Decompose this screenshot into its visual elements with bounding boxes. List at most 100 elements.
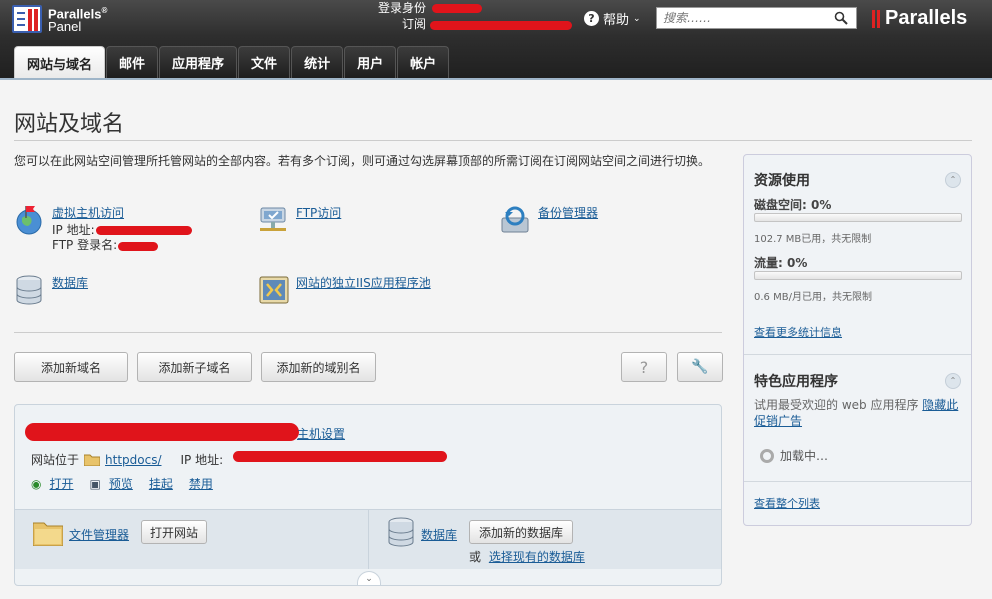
hosting-access-link[interactable]: 虚拟主机访问 bbox=[52, 206, 124, 220]
open-site-button[interactable]: 打开网站 bbox=[141, 520, 207, 544]
help-menu[interactable]: ? 帮助 ⌄ bbox=[584, 9, 641, 28]
help-button[interactable]: ? bbox=[621, 352, 667, 382]
preview-link[interactable]: 预览 bbox=[109, 475, 133, 492]
add-subdomain-button[interactable]: 添加新子域名 bbox=[137, 352, 252, 382]
or-label: 或 bbox=[469, 550, 482, 564]
ftp-access-link[interactable]: FTP访问 bbox=[296, 204, 341, 221]
redacted-ftp-login bbox=[118, 242, 158, 251]
file-manager-link[interactable]: 文件管理器 bbox=[69, 526, 129, 543]
site-location-label: 网站位于 bbox=[31, 453, 80, 467]
add-alias-button[interactable]: 添加新的域别名 bbox=[261, 352, 376, 382]
featured-desc: 试用最受欢迎的 web 应用程序 隐藏此促销广告 bbox=[754, 397, 964, 429]
folder-icon bbox=[84, 454, 101, 466]
tool-iis-pool: 网站的独立IIS应用程序池 bbox=[258, 274, 431, 306]
login-info: 登录身份 订阅 bbox=[372, 0, 426, 32]
search-icon[interactable] bbox=[834, 11, 848, 25]
redacted-subscription[interactable] bbox=[430, 21, 572, 30]
parallels-logo-icon bbox=[12, 4, 42, 33]
title-divider bbox=[14, 140, 972, 141]
databases-link-panel[interactable]: 数据库 bbox=[421, 526, 457, 543]
databases-link[interactable]: 数据库 bbox=[52, 274, 88, 291]
tab-underline bbox=[0, 78, 992, 80]
tool-ftp-access: FTP访问 bbox=[258, 204, 341, 236]
tab-files[interactable]: 文件 bbox=[238, 46, 291, 78]
more-stats-link[interactable]: 查看更多统计信息 bbox=[754, 324, 842, 340]
brand-line2: Panel bbox=[48, 19, 82, 35]
disk-usage-bar bbox=[754, 213, 962, 222]
brand-text: Parallels bbox=[885, 7, 968, 29]
disk-usage-detail: 102.7 MB已用，共无限制 bbox=[754, 234, 872, 245]
file-manager-icon bbox=[33, 522, 63, 546]
settings-button[interactable]: 🔧 bbox=[677, 352, 723, 382]
redacted-ip bbox=[96, 226, 192, 235]
section-divider bbox=[14, 332, 722, 333]
ftp-login-label: FTP 登录名: bbox=[52, 238, 118, 252]
page-intro: 您可以在此网站空间管理所托管网站的全部内容。若有多个订阅，则可通过勾选屏幕顶部的… bbox=[14, 154, 711, 168]
help-label: 帮助 bbox=[603, 13, 630, 28]
tab-applications[interactable]: 应用程序 bbox=[159, 46, 238, 78]
tool-databases: 数据库 bbox=[14, 274, 88, 306]
featured-apps-title: 特色应用程序 bbox=[754, 374, 838, 390]
backup-manager-link[interactable]: 备份管理器 bbox=[538, 204, 598, 221]
traffic-detail: 0.6 MB/月已用，共无限制 bbox=[754, 292, 872, 303]
tab-statistics[interactable]: 统计 bbox=[291, 46, 344, 78]
tab-mail[interactable]: 邮件 bbox=[106, 46, 159, 78]
page-title: 网站及域名 bbox=[14, 112, 125, 137]
tool-backup-manager: 备份管理器 bbox=[500, 204, 598, 236]
resources-title: 资源使用 bbox=[754, 173, 810, 189]
parallels-bars-icon bbox=[872, 9, 882, 28]
redacted-site-ip bbox=[233, 451, 447, 462]
iis-pool-icon bbox=[259, 276, 289, 304]
main-tabs: 网站与域名 邮件 应用程序 文件 统计 用户 帐户 bbox=[14, 46, 450, 80]
redacted-login[interactable] bbox=[432, 4, 482, 13]
site-ip-label: IP 地址: bbox=[180, 453, 224, 467]
parallels-panel-logo[interactable]: Parallels® Panel bbox=[12, 4, 107, 33]
panel-divider bbox=[368, 509, 369, 569]
add-domain-button[interactable]: 添加新域名 bbox=[14, 352, 128, 382]
tab-websites-domains[interactable]: 网站与域名 bbox=[14, 46, 106, 80]
select-db-row: 或 选择现有的数据库 bbox=[469, 548, 585, 565]
traffic-label: 流量: 0% bbox=[754, 256, 808, 270]
open-link[interactable]: 打开 bbox=[49, 475, 73, 492]
expand-panel-button[interactable]: ⌄ bbox=[357, 571, 381, 585]
featured-desc-text: 试用最受欢迎的 web 应用程序 bbox=[754, 398, 919, 412]
database-icon bbox=[388, 517, 414, 547]
top-bar: Parallels® Panel 登录身份 订阅 ? 帮助 ⌄ Parallel… bbox=[0, 0, 992, 80]
httpdocs-link[interactable]: httpdocs/ bbox=[105, 453, 161, 467]
disk-usage-label: 磁盘空间: 0% bbox=[754, 198, 832, 212]
backup-icon bbox=[501, 206, 529, 233]
suspend-link[interactable]: 挂起 bbox=[149, 475, 173, 492]
help-icon: ? bbox=[584, 11, 599, 26]
sidebar-divider-2 bbox=[744, 481, 971, 482]
disable-link[interactable]: 禁用 bbox=[189, 475, 213, 492]
subscription-label: 订阅 bbox=[401, 17, 426, 31]
parallels-brand: Parallels bbox=[872, 7, 967, 30]
sidebar-divider bbox=[744, 354, 971, 355]
site-location: 网站位于 httpdocs/ IP 地址: bbox=[31, 451, 223, 468]
collapse-resources-icon[interactable]: ⌃ bbox=[945, 172, 961, 188]
host-settings-link[interactable]: 主机设置 bbox=[297, 425, 345, 442]
ftp-server-icon bbox=[260, 207, 286, 231]
loading-indicator: 加载中… bbox=[760, 447, 828, 464]
login-label: 登录身份 bbox=[377, 1, 426, 15]
add-database-button[interactable]: 添加新的数据库 bbox=[469, 520, 573, 544]
traffic-bar bbox=[754, 271, 962, 280]
open-icon: ◉ bbox=[31, 476, 42, 491]
tab-account[interactable]: 帐户 bbox=[397, 46, 450, 78]
preview-icon: ▣ bbox=[89, 476, 101, 491]
site-actions: ◉ 打开 ▣ 预览 挂起 禁用 bbox=[31, 475, 213, 492]
collapse-featured-icon[interactable]: ⌃ bbox=[945, 373, 961, 389]
search-box bbox=[656, 7, 857, 29]
search-input[interactable] bbox=[663, 8, 833, 28]
iis-pool-link[interactable]: 网站的独立IIS应用程序池 bbox=[296, 274, 431, 291]
view-full-list-link[interactable]: 查看整个列表 bbox=[754, 495, 820, 511]
chevron-down-icon: ⌄ bbox=[633, 13, 641, 24]
spinner-icon bbox=[760, 448, 774, 463]
select-existing-db-link[interactable]: 选择现有的数据库 bbox=[489, 550, 585, 564]
redacted-domain-name[interactable] bbox=[25, 423, 299, 441]
database-icon bbox=[16, 275, 42, 305]
sidebar: 资源使用 ⌃ 磁盘空间: 0% 102.7 MB已用，共无限制 流量: 0% 0… bbox=[743, 154, 972, 526]
domain-panel: 主机设置 网站位于 httpdocs/ IP 地址: ◉ 打开 ▣ 预览 挂起 … bbox=[14, 404, 722, 586]
tab-users[interactable]: 用户 bbox=[344, 46, 397, 78]
loading-text: 加载中… bbox=[780, 449, 829, 463]
